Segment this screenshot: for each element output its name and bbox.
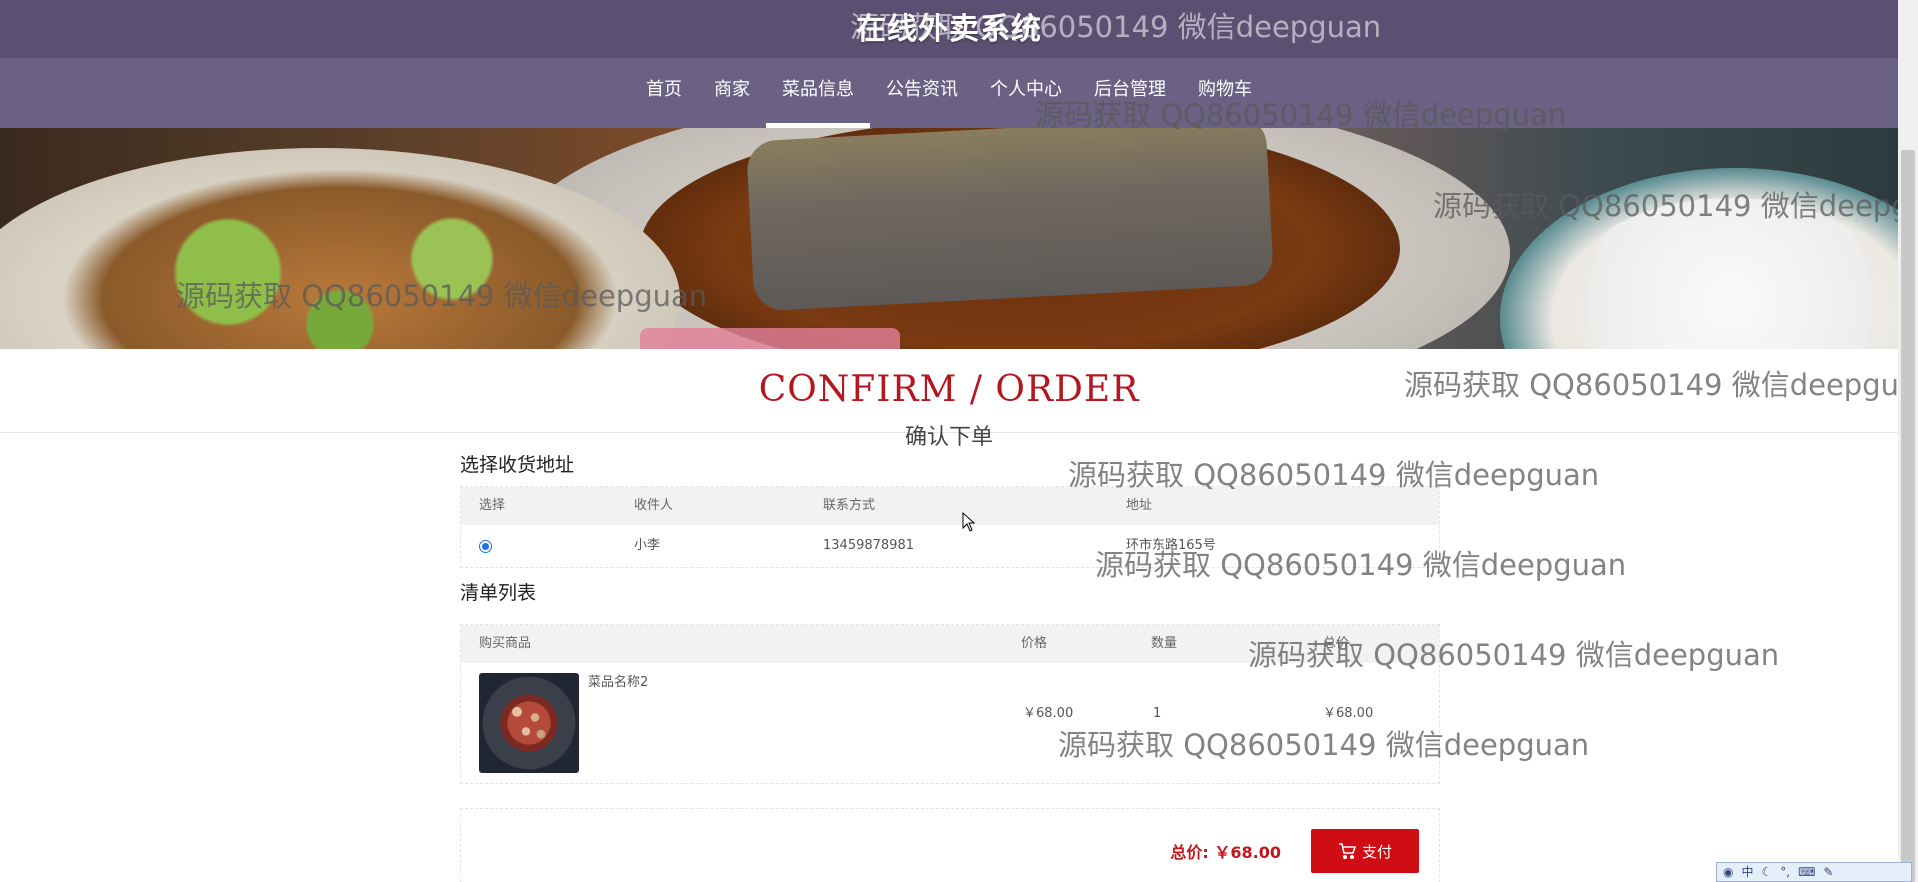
page-scrollbar[interactable]: [1898, 0, 1918, 882]
ime-keyboard-icon[interactable]: ⌨: [1798, 863, 1815, 881]
site-title: 在线外卖系统: [856, 12, 1042, 47]
col-quantity: 数量: [1151, 636, 1178, 651]
address-row[interactable]: 小李 13459878981 环市东路165号: [461, 525, 1439, 567]
nav-item-profile[interactable]: 个人中心: [974, 58, 1078, 128]
ime-moon-icon[interactable]: ☾: [1762, 863, 1773, 881]
ime-lang-toggle[interactable]: 中: [1741, 863, 1753, 881]
address-phone: 13459878981: [823, 538, 914, 553]
address-radio[interactable]: [479, 540, 492, 553]
ime-toolbar[interactable]: ◉ 中 ☾ °, ⌨ ✎: [1716, 862, 1912, 882]
banner-image: [0, 128, 1898, 349]
dish-total: ￥68.00: [1323, 706, 1374, 721]
col-recipient: 收件人: [634, 498, 674, 513]
ime-punct-icon[interactable]: °,: [1780, 863, 1790, 881]
nav-item-admin[interactable]: 后台管理: [1078, 58, 1182, 128]
scrollbar-thumb[interactable]: [1901, 150, 1915, 882]
nav-item-cart[interactable]: 购物车: [1182, 58, 1268, 128]
dish-name[interactable]: 菜品名称2: [588, 663, 648, 703]
nav-item-dishes[interactable]: 菜品信息: [766, 58, 870, 128]
col-phone: 联系方式: [823, 498, 876, 513]
pay-button-label: 支付: [1361, 843, 1392, 861]
nav-item-merchants[interactable]: 商家: [698, 58, 766, 128]
mouse-cursor-icon: [962, 512, 976, 532]
order-summary: 总价: ￥68.00 支付: [460, 808, 1440, 882]
nav-menu: 首页 商家 菜品信息 公告资讯 个人中心 后台管理 购物车: [0, 58, 1898, 128]
nav-item-news[interactable]: 公告资讯: [870, 58, 974, 128]
ime-logo-icon[interactable]: ◉: [1723, 863, 1733, 881]
top-title-bar: 在线外卖系统: [0, 0, 1898, 58]
dish-quantity: 1: [1153, 706, 1162, 721]
order-list-table: 购买商品 价格 数量 总价 菜品名称2 ￥68.00 1 ￥68.00: [460, 624, 1440, 784]
address-table-header: 选择 收件人 联系方式 地址: [461, 487, 1439, 525]
col-total: 总价: [1323, 636, 1350, 651]
total-price: 总价: ￥68.00: [1170, 839, 1281, 863]
confirm-order-header: CONFIRM / ORDER 确认下单: [0, 349, 1898, 450]
total-price-value: ￥68.00: [1214, 843, 1281, 862]
address-recipient: 小李: [634, 538, 661, 553]
total-price-label: 总价:: [1170, 843, 1209, 862]
order-item-row: 菜品名称2 ￥68.00 1 ￥68.00: [461, 663, 1439, 783]
col-select: 选择: [479, 498, 506, 513]
ime-settings-icon[interactable]: ✎: [1823, 863, 1833, 881]
order-list-header: 购买商品 价格 数量 总价: [461, 625, 1439, 663]
cart-icon: [1338, 843, 1357, 860]
banner-fish: [745, 128, 1275, 312]
confirm-order-subtitle: 确认下单: [904, 425, 993, 450]
page: 在线外卖系统 首页 商家 菜品信息 公告资讯 个人中心 后台管理 购物车 CON…: [0, 0, 1918, 882]
col-product: 购买商品: [479, 636, 532, 651]
main-navbar: 首页 商家 菜品信息 公告资讯 个人中心 后台管理 购物车: [0, 58, 1898, 128]
dish-image[interactable]: [479, 673, 579, 773]
confirm-order-title: CONFIRM / ORDER: [758, 369, 1140, 410]
address-section-label: 选择收货地址: [460, 454, 575, 476]
order-list-label: 清单列表: [460, 582, 537, 604]
nav-item-home[interactable]: 首页: [630, 58, 698, 128]
col-address: 地址: [1126, 498, 1153, 513]
address-text: 环市东路165号: [1126, 538, 1216, 553]
col-price: 价格: [1021, 636, 1048, 651]
pay-button[interactable]: 支付: [1311, 829, 1419, 873]
address-table: 选择 收件人 联系方式 地址 小李 13459878981 环市东路165号: [460, 486, 1440, 568]
dish-price: ￥68.00: [1023, 706, 1074, 721]
banner-pink-garnish: [640, 328, 900, 349]
